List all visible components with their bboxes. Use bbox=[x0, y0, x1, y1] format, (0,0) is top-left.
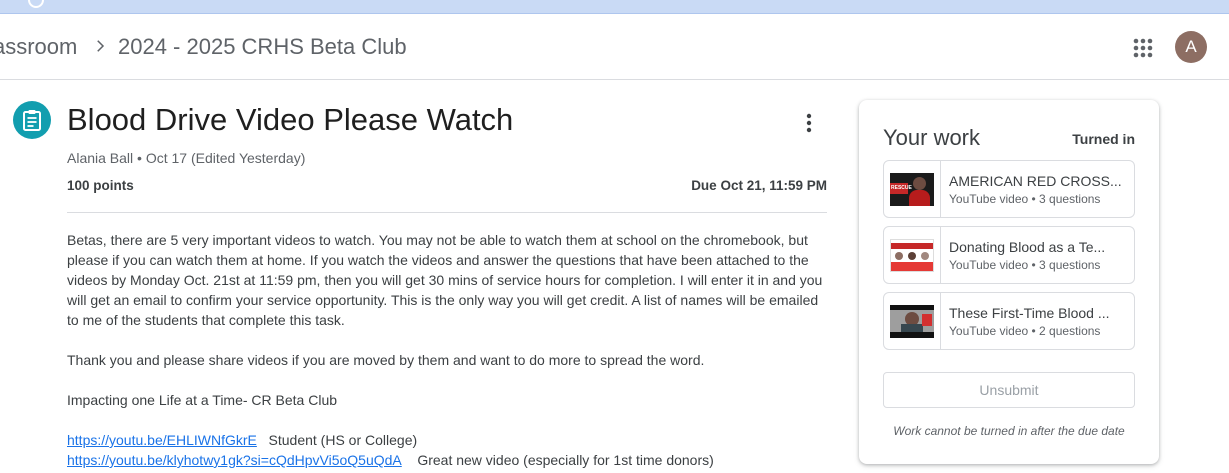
assignment-instructions: Betas, there are 5 very important videos… bbox=[67, 230, 829, 470]
video-link-line: https://youtu.be/EHLIWNfGkrE Student (HS… bbox=[67, 430, 829, 450]
browser-top-strip bbox=[0, 0, 1229, 14]
divider bbox=[67, 212, 827, 213]
attachment-subtitle: YouTube video • 3 questions bbox=[949, 192, 1101, 206]
attachment-video-3[interactable]: These First-Time Blood ... YouTube video… bbox=[883, 292, 1135, 350]
video-link-note: Great new video (especially for 1st time… bbox=[417, 452, 714, 468]
attachment-video-1[interactable]: RESCUE AMERICAN RED CROSS... YouTube vid… bbox=[883, 160, 1135, 218]
assignment-title: Blood Drive Video Please Watch bbox=[67, 102, 514, 137]
attachment-video-2[interactable]: Donating Blood as a Te... YouTube video … bbox=[883, 226, 1135, 284]
your-work-title: Your work bbox=[883, 125, 981, 150]
video-thumbnail bbox=[884, 227, 941, 283]
submission-status: Turned in bbox=[1072, 131, 1135, 147]
unsubmit-button[interactable]: Unsubmit bbox=[883, 372, 1135, 408]
video-thumbnail: RESCUE bbox=[884, 161, 941, 217]
late-turn-in-note: Work cannot be turned in after the due d… bbox=[893, 424, 1125, 438]
assignment-icon bbox=[13, 101, 51, 139]
assignment-points: 100 points bbox=[67, 178, 134, 193]
breadcrumb-classroom[interactable]: assroom bbox=[0, 34, 77, 60]
your-work-card: Your work Turned in RESCUE AMERICAN RED … bbox=[859, 100, 1159, 464]
top-app-bar: assroom 2024 - 2025 CRHS Beta Club A bbox=[0, 15, 1229, 80]
attachment-subtitle: YouTube video • 3 questions bbox=[949, 258, 1101, 272]
account-avatar[interactable]: A bbox=[1175, 31, 1207, 63]
google-apps-icon[interactable] bbox=[1132, 37, 1154, 59]
assignment-meta: Alania Ball • Oct 17 (Edited Yesterday) bbox=[67, 150, 306, 166]
video-link-line: https://youtu.be/klyhotwy1gk?si=cQdHpvVi… bbox=[67, 450, 829, 470]
attachment-subtitle: YouTube video • 2 questions bbox=[949, 324, 1101, 338]
thumbnail-text: RESCUE bbox=[891, 184, 912, 191]
breadcrumb-class-name[interactable]: 2024 - 2025 CRHS Beta Club bbox=[118, 34, 407, 60]
attachment-title: These First-Time Blood ... bbox=[949, 305, 1110, 321]
more-options-icon[interactable] bbox=[796, 110, 822, 136]
instructions-paragraph: Thank you and please share videos if you… bbox=[67, 352, 705, 368]
browser-circle-icon bbox=[28, 0, 44, 8]
video-link[interactable]: https://youtu.be/klyhotwy1gk?si=cQdHpvVi… bbox=[67, 452, 402, 468]
clipboard-icon bbox=[23, 110, 41, 131]
attachment-title: AMERICAN RED CROSS... bbox=[949, 173, 1122, 189]
chevron-right-icon bbox=[97, 40, 105, 52]
video-link-note: Student (HS or College) bbox=[268, 432, 418, 448]
instructions-paragraph: Impacting one Life at a Time- CR Beta Cl… bbox=[67, 392, 338, 408]
attachment-title: Donating Blood as a Te... bbox=[949, 239, 1106, 255]
video-thumbnail bbox=[884, 293, 941, 349]
video-link[interactable]: https://youtu.be/EHLIWNfGkrE bbox=[67, 432, 257, 448]
instructions-paragraph: Betas, there are 5 very important videos… bbox=[67, 232, 823, 328]
assignment-due-date: Due Oct 21, 11:59 PM bbox=[691, 178, 827, 193]
